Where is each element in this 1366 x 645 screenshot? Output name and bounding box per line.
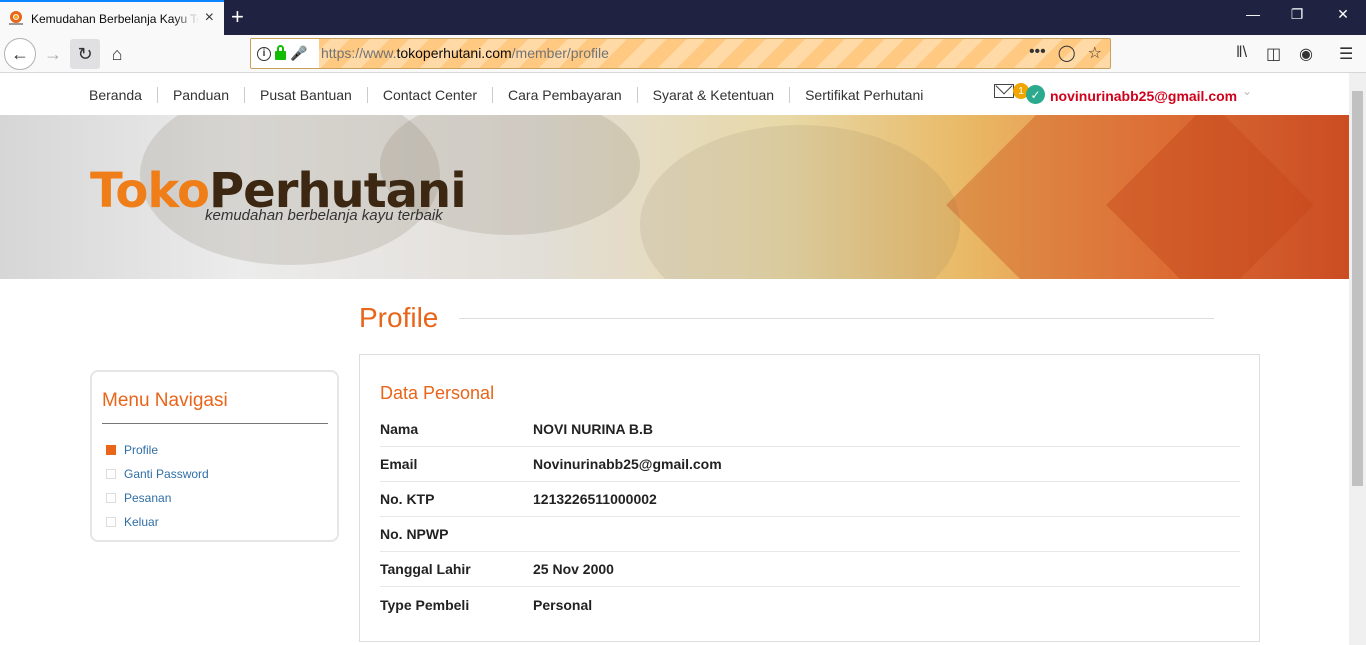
field-value: 1213226511000002 [533,491,657,507]
field-label: Nama [380,421,419,437]
verified-check-icon: ✓ [1026,85,1045,104]
account-icon[interactable]: ◉ [1299,44,1313,64]
sidebar-toggle-icon[interactable]: ◫ [1266,44,1281,64]
minimize-button[interactable]: — [1243,6,1263,22]
square-icon [106,517,116,527]
nav-sertifikat-perhutani[interactable]: Sertifikat Perhutani [790,87,938,103]
square-icon [106,469,116,479]
tab-close-icon[interactable]: × [205,9,214,27]
menu-divider [102,423,328,424]
info-icon[interactable]: i [257,46,271,61]
nav-contact-center[interactable]: Contact Center [368,87,494,103]
library-icon[interactable]: ‖\ [1236,44,1247,62]
field-label: No. KTP [380,491,435,507]
menu-item-label: Pesanan [124,491,172,505]
data-row-tanggal-lahir: Tanggal Lahir 25 Nov 2000 [380,552,1240,587]
restore-button[interactable]: ❐ [1287,6,1307,23]
scrollbar-thumb[interactable] [1352,91,1363,486]
square-icon [106,493,116,503]
address-bar[interactable]: i 🎤 https://www.tokoperhutani.com/member… [250,38,1111,69]
reload-button[interactable]: ↻ [70,39,100,69]
site-top-nav: Beranda Panduan Pusat Bantuan Contact Ce… [0,74,1349,115]
hamburger-menu-icon[interactable]: ☰ [1339,44,1353,64]
data-row-ktp: No. KTP 1213226511000002 [380,482,1240,517]
field-label: Type Pembeli [380,596,470,613]
menu-item-label: Keluar [124,515,159,529]
nav-panduan[interactable]: Panduan [158,87,245,103]
menu-heading: Menu Navigasi [102,390,228,411]
site-banner: TokoPerhutani kemudahan berbelanja kayu … [0,115,1349,279]
menu-item-pesanan[interactable]: Pesanan [106,486,209,510]
field-value: 25 Nov 2000 [533,561,614,577]
url-domain: tokoperhutani.com [396,45,512,61]
menu-item-label: Profile [124,443,159,457]
browser-toolbar: ← → ↻ ⌂ i 🎤 https://www.tokoperhutani.co… [0,35,1366,73]
nav-beranda[interactable]: Beranda [74,87,158,103]
site-tagline: kemudahan berbelanja kayu terbaik [205,207,443,224]
url-text[interactable]: https://www.tokoperhutani.com/member/pro… [321,45,609,61]
nav-syarat-ketentuan[interactable]: Syarat & Ketentuan [638,87,791,103]
nav-pusat-bantuan[interactable]: Pusat Bantuan [245,87,368,103]
panel-heading: Data Personal [380,383,495,403]
new-tab-button[interactable]: + [231,4,244,30]
menu-item-label: Ganti Password [124,467,209,481]
field-label: Tanggal Lahir [380,561,471,577]
active-square-icon [106,445,116,455]
pocket-icon[interactable]: ◯ [1058,43,1076,63]
nav-cara-pembayaran[interactable]: Cara Pembayaran [493,87,638,103]
page-scrollbar[interactable] [1349,73,1366,645]
field-value: Novinurinabb25@gmail.com [533,456,722,472]
back-button[interactable]: ← [4,38,36,70]
bookmark-star-icon[interactable]: ☆ [1088,43,1102,63]
main-content: Profile Menu Navigasi Profile Ganti Pass… [0,279,1349,645]
field-label: No. NPWP [380,526,449,542]
field-label: Email [380,456,418,472]
menu-item-profile[interactable]: Profile [106,438,209,462]
site-favicon-icon [9,10,23,27]
menu-item-ganti-password[interactable]: Ganti Password [106,462,209,486]
forward-button[interactable]: → [38,39,68,69]
lock-icon [275,45,286,60]
url-path: /member/profile [511,45,609,61]
page-actions-icon[interactable]: ••• [1029,43,1046,63]
home-button[interactable]: ⌂ [102,39,132,69]
field-value: NOVI NURINA B.B [533,421,654,437]
data-row-nama: Nama NOVI NURINA B.B [380,412,1240,447]
page-title: Profile [359,302,439,333]
navigation-menu: Menu Navigasi Profile Ganti Password Pes… [90,370,339,542]
personal-data-panel: Data Personal Nama NOVI NURINA B.B Email… [359,354,1260,642]
tab-title: Kemudahan Berbelanja Kayu Terbaik [31,11,199,26]
microphone-permission-icon[interactable]: 🎤 [290,45,307,62]
browser-tab-active[interactable]: Kemudahan Berbelanja Kayu Terbaik × [0,0,224,35]
field-value: Personal [533,596,593,613]
data-row-email: Email Novinurinabb25@gmail.com [380,447,1240,482]
home-icon: ⌂ [111,43,123,64]
arrow-right-icon: → [44,43,62,64]
arrow-left-icon: ← [11,43,29,64]
mail-button[interactable] [994,84,1014,98]
menu-item-keluar[interactable]: Keluar [106,510,209,534]
chevron-down-icon[interactable]: ⌄ [1242,84,1252,98]
top-menu: Beranda Panduan Pusat Bantuan Contact Ce… [74,87,938,103]
title-divider [459,318,1214,319]
close-window-button[interactable]: ✕ [1333,6,1353,23]
browser-tab-strip: Kemudahan Berbelanja Kayu Terbaik × + — … [0,0,1366,35]
data-row-type-pembeli: Type Pembeli Personal [380,587,1240,622]
user-account-link[interactable]: novinurinabb25@gmail.com [1050,88,1237,104]
reload-icon: ↻ [77,43,93,64]
site-identity[interactable]: i 🎤 [251,39,319,68]
envelope-icon [994,84,1014,98]
data-row-npwp: No. NPWP [380,517,1240,552]
url-scheme: https://www. [321,45,397,61]
